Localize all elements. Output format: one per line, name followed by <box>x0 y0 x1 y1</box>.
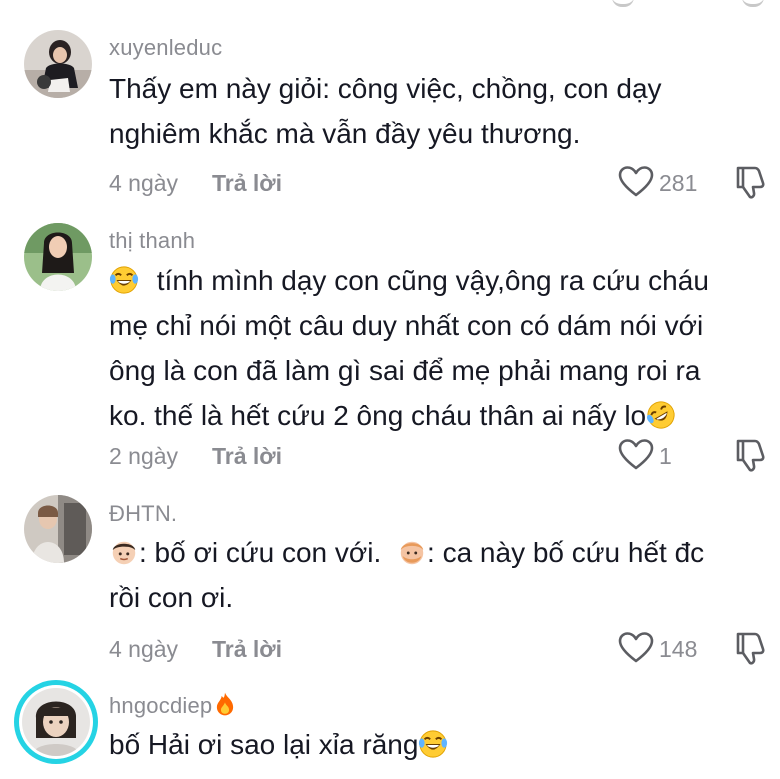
comment-line: tính mình dạy con cũng vậy,ông ra cứu ch… <box>109 258 769 303</box>
avatar[interactable] <box>24 30 92 98</box>
rolling-on-the-floor-laughing-icon <box>646 400 676 430</box>
like-count: 148 <box>659 636 698 662</box>
comment-username[interactable]: xuyenleduc <box>109 35 222 61</box>
comment-username[interactable]: hngocdiep <box>109 691 238 719</box>
comment-line: mẹ chỉ nói một câu duy nhất con có dám n… <box>109 310 704 341</box>
boy-face-icon <box>109 537 139 567</box>
fire-icon <box>212 691 238 717</box>
comment-timestamp: 2 ngày <box>109 443 179 469</box>
comment-username[interactable]: ĐHTN. <box>109 501 177 527</box>
comment-line: ko. thế là hết cứu 2 ông cháu thân ai nấ… <box>109 393 769 438</box>
comment-text: : bố ơi cứu con với. : ca này bố cứu hết… <box>109 530 769 620</box>
face-with-tears-of-joy-icon <box>109 265 139 295</box>
comment-text: bố Hải ơi sao lại xỉa răng <box>109 722 769 767</box>
heart-icon[interactable] <box>618 439 654 471</box>
reply-button[interactable]: Trả lời <box>212 443 282 470</box>
comment-line: Thấy em này giỏi: công việc, chồng, con … <box>109 73 662 104</box>
reply-button[interactable]: Trả lời <box>212 170 282 197</box>
thumbs-down-icon[interactable] <box>733 630 769 666</box>
reply-button[interactable]: Trả lời <box>212 636 282 663</box>
comment-text: tính mình dạy con cũng vậy,ông ra cứu ch… <box>109 258 769 438</box>
thumbs-down-icon[interactable] <box>733 437 769 473</box>
heart-icon[interactable] <box>618 632 654 664</box>
avatar <box>19 685 93 759</box>
previous-comment-fragment <box>0 0 780 10</box>
comment-line: : bố ơi cứu con với. : ca này bố cứu hết… <box>109 530 769 575</box>
thumbs-down-icon <box>742 0 764 7</box>
like-count: 281 <box>659 170 698 196</box>
like-count: 1 <box>659 443 672 469</box>
man-face-icon <box>397 537 427 567</box>
avatar[interactable] <box>24 223 92 291</box>
thumbs-down-icon[interactable] <box>733 164 769 200</box>
comment-timestamp: 4 ngày <box>109 170 179 196</box>
avatar[interactable] <box>24 495 92 563</box>
comment-line: bố Hải ơi sao lại xỉa răng <box>109 722 769 767</box>
face-with-tears-of-joy-icon <box>418 729 448 759</box>
heart-icon[interactable] <box>618 166 654 198</box>
comment-text: Thấy em này giỏi: công việc, chồng, con … <box>109 66 769 156</box>
comment-line: rồi con ơi. <box>109 582 234 613</box>
heart-icon <box>612 0 634 7</box>
comment-timestamp: 4 ngày <box>109 636 179 662</box>
comment-line: nghiêm khắc mà vẫn đầy yêu thương. <box>109 118 581 149</box>
comment-username[interactable]: thị thanh <box>109 228 195 254</box>
comment-line: ông là con đã làm gì sai để mẹ phải mang… <box>109 355 701 386</box>
avatar-story-ring[interactable] <box>14 680 98 764</box>
